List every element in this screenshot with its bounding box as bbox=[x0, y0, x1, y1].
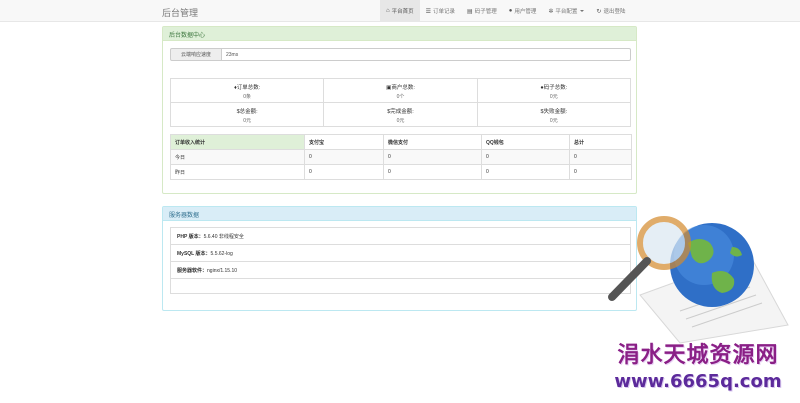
server-table: PHP 版本：5.6.40 非线程安全 MySQL 版本：5.5.62-log … bbox=[170, 227, 631, 294]
list-icon: ☰ bbox=[425, 8, 432, 15]
stat-orders: ♦订单总数: 0条 bbox=[171, 79, 325, 103]
site-watermark: 涓水天城资源网 www.6665q.com bbox=[598, 337, 798, 392]
data-center-panel: 后台数据中心 云端响应速度 23ms ♦订单总数: 0条 ▣商户总数: 0个 ●… bbox=[162, 26, 637, 194]
panel-title: 服务器数据 bbox=[163, 207, 636, 221]
server-label: PHP 版本： bbox=[177, 233, 204, 240]
nav-item-label: 码子管理 bbox=[474, 9, 497, 15]
stats-grid: ♦订单总数: 0条 ▣商户总数: 0个 ●码子总数: 0元 $总金额: 0元 $… bbox=[170, 78, 631, 127]
stat-label: 订单总数: bbox=[236, 85, 261, 91]
stat-value: 0条 bbox=[243, 94, 252, 100]
table-row: 今日 0 0 0 0 bbox=[170, 149, 632, 165]
edit-icon: ▤ bbox=[467, 8, 473, 15]
nav-item-label: 平台配置 bbox=[555, 9, 578, 15]
gear-icon: ✲ bbox=[548, 8, 554, 15]
table-cell: 0 bbox=[481, 164, 570, 180]
server-value: nginx/1.15.10 bbox=[207, 267, 238, 274]
top-navbar: 后台管理 ⌂ 平台首页 ☰ 订单记录 ▤ 码子管理 ● 用户管理 ✲ 平台配置 … bbox=[0, 0, 800, 22]
table-cell: 0 bbox=[383, 149, 482, 165]
user-icon: ● bbox=[508, 8, 513, 14]
income-table: 订单收入统计 支付宝 微信支付 QQ钱包 总计 今日 0 0 0 0 昨日 0 … bbox=[170, 134, 632, 180]
stat-value: 0个 bbox=[396, 94, 405, 100]
latency-group: 云端响应速度 23ms bbox=[170, 48, 631, 61]
home-icon: ⌂ bbox=[386, 8, 390, 14]
main-nav: ⌂ 平台首页 ☰ 订单记录 ▤ 码子管理 ● 用户管理 ✲ 平台配置 ↻ 退出登… bbox=[380, 0, 631, 22]
table-row: PHP 版本：5.6.40 非线程安全 bbox=[170, 227, 631, 245]
table-cell: PHP 版本：5.6.40 非线程安全 bbox=[170, 227, 631, 245]
nav-item-label: 平台首页 bbox=[391, 9, 414, 15]
stat-merchants: ▣商户总数: 0个 bbox=[324, 79, 478, 103]
nav-item-home[interactable]: ⌂ 平台首页 bbox=[380, 0, 420, 22]
table-row: 服务器软件：nginx/1.15.10 bbox=[170, 261, 631, 279]
stat-value: 0元 bbox=[243, 118, 252, 124]
nav-item-users[interactable]: ● 用户管理 bbox=[503, 0, 543, 22]
stat-value: 0元 bbox=[549, 94, 558, 100]
latency-label: 云端响应速度 bbox=[170, 48, 222, 61]
stat-label: 商户总数: bbox=[391, 85, 415, 91]
nav-item-label: 退出登陆 bbox=[603, 9, 626, 15]
stat-failed-amount: $失败金额: 0元 bbox=[477, 103, 631, 127]
brand-title[interactable]: 后台管理 bbox=[162, 6, 198, 19]
table-row bbox=[170, 278, 631, 294]
server-panel: 服务器数据 PHP 版本：5.6.40 非线程安全 MySQL 版本：5.5.6… bbox=[162, 206, 637, 311]
stat-label: 完成金额: bbox=[390, 109, 414, 115]
table-cell bbox=[170, 278, 631, 294]
panel-title: 后台数据中心 bbox=[163, 27, 636, 41]
table-cell: 0 bbox=[304, 164, 384, 180]
table-cell: 0 bbox=[569, 164, 632, 180]
column-header: 订单收入统计 bbox=[170, 134, 305, 150]
globe-magnifier-icon bbox=[608, 216, 789, 344]
server-value: 5.5.62-log bbox=[210, 250, 233, 257]
column-header: 总计 bbox=[569, 134, 632, 150]
table-cell: 0 bbox=[304, 149, 384, 165]
watermark-title: 涓水天城资源网 bbox=[617, 342, 779, 368]
table-cell: 服务器软件：nginx/1.15.10 bbox=[170, 261, 631, 279]
table-row: MySQL 版本：5.5.62-log bbox=[170, 244, 631, 262]
stat-label: 总金额: bbox=[239, 109, 258, 115]
nav-item-label: 用户管理 bbox=[514, 9, 537, 15]
server-label: MySQL 版本： bbox=[177, 250, 211, 257]
stat-completed-amount: $完成金额: 0元 bbox=[324, 103, 478, 127]
table-row: 昨日 0 0 0 0 bbox=[170, 164, 632, 180]
table-header-row: 订单收入统计 支付宝 微信支付 QQ钱包 总计 bbox=[170, 134, 632, 150]
server-value: 5.6.40 非线程安全 bbox=[203, 233, 244, 240]
column-header: QQ钱包 bbox=[481, 134, 570, 150]
stat-value: 0元 bbox=[396, 118, 405, 124]
nav-item-orders[interactable]: ☰ 订单记录 bbox=[420, 0, 461, 22]
latency-value-field[interactable]: 23ms bbox=[222, 48, 631, 61]
chevron-down-icon bbox=[580, 10, 585, 12]
table-cell: 0 bbox=[481, 149, 570, 165]
stat-value: 0元 bbox=[549, 118, 558, 124]
table-cell: 今日 bbox=[170, 149, 305, 165]
watermark-url: www.6665q.com bbox=[614, 371, 782, 392]
nav-item-config[interactable]: ✲ 平台配置 bbox=[542, 0, 590, 22]
stat-label: 失败金额: bbox=[543, 109, 568, 115]
table-cell: 昨日 bbox=[170, 164, 305, 180]
nav-item-logout[interactable]: ↻ 退出登陆 bbox=[590, 0, 631, 22]
table-cell: MySQL 版本：5.5.62-log bbox=[170, 244, 631, 262]
table-cell: 0 bbox=[569, 149, 632, 165]
server-label: 服务器软件： bbox=[177, 267, 208, 274]
logout-icon: ↻ bbox=[596, 8, 602, 15]
table-cell: 0 bbox=[383, 164, 482, 180]
stat-codes: ●码子总数: 0元 bbox=[477, 79, 631, 103]
column-header: 微信支付 bbox=[383, 134, 482, 150]
nav-item-codes[interactable]: ▤ 码子管理 bbox=[461, 0, 503, 22]
stat-total-amount: $总金额: 0元 bbox=[171, 103, 325, 127]
column-header: 支付宝 bbox=[304, 134, 384, 150]
stat-label: 码子总数: bbox=[543, 85, 568, 91]
nav-item-label: 订单记录 bbox=[433, 9, 456, 15]
